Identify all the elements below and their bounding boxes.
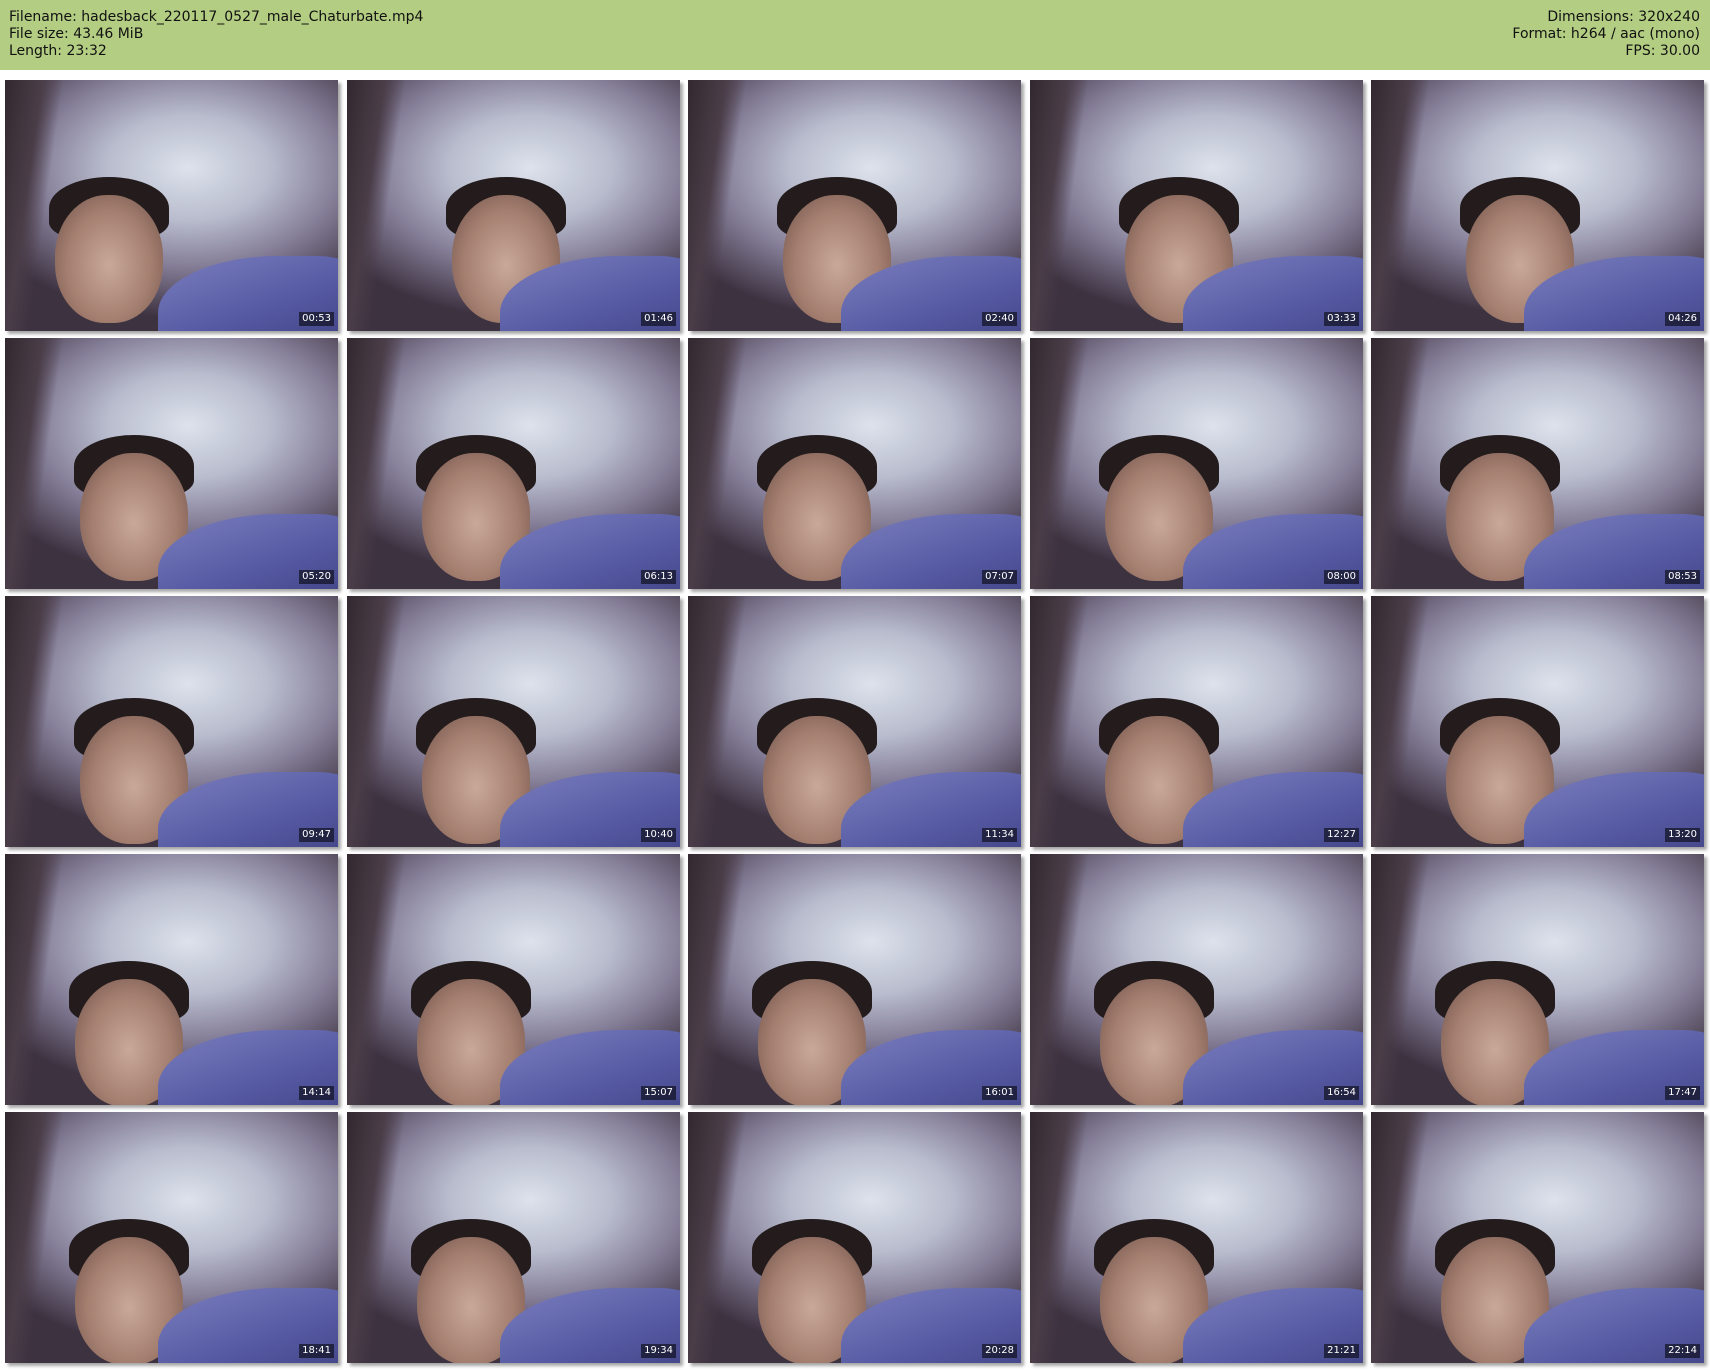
timestamp-label: 12:27 [1324, 828, 1359, 842]
timestamp-label: 15:07 [641, 1086, 676, 1100]
dark-wall-edge [1371, 80, 1432, 331]
dark-wall-edge [1030, 596, 1091, 847]
timestamp-label: 02:40 [982, 312, 1017, 326]
dark-wall-edge [1371, 1112, 1432, 1363]
timestamp-label: 07:07 [982, 570, 1017, 584]
dark-wall-edge [5, 596, 66, 847]
timestamp-label: 16:54 [1324, 1086, 1359, 1100]
dark-wall-edge [5, 1112, 66, 1363]
thumbnail-grid: 00:53 01:46 02:40 03:33 04:26 05:20 06:13 07:07… [0, 70, 1710, 1370]
timestamp-label: 11:34 [982, 828, 1017, 842]
dark-wall-edge [1030, 338, 1091, 589]
timestamp-label: 01:46 [641, 312, 676, 326]
timestamp-label: 14:14 [299, 1086, 334, 1100]
timestamp-label: 16:01 [982, 1086, 1017, 1100]
dark-wall-edge [347, 1112, 408, 1363]
thumbnail-frame[interactable]: 21:21 [1030, 1112, 1363, 1363]
format-text: Format: h264 / aac (mono) [1512, 26, 1700, 42]
timestamp-label: 03:33 [1324, 312, 1359, 326]
thumbnail-frame[interactable]: 15:07 [347, 854, 680, 1105]
thumbnail-frame[interactable]: 05:20 [5, 338, 338, 589]
filesize-text: File size: 43.46 MiB [9, 26, 144, 42]
length-text: Length: 23:32 [9, 43, 107, 59]
thumbnail-frame[interactable]: 02:40 [688, 80, 1021, 331]
dark-wall-edge [1371, 854, 1432, 1105]
thumbnail-frame[interactable]: 13:20 [1371, 596, 1704, 847]
timestamp-label: 13:20 [1665, 828, 1700, 842]
dark-wall-edge [688, 854, 749, 1105]
thumbnail-frame[interactable]: 01:46 [347, 80, 680, 331]
thumbnail-frame[interactable]: 08:53 [1371, 338, 1704, 589]
dark-wall-edge [688, 338, 749, 589]
thumbnail-frame[interactable]: 12:27 [1030, 596, 1363, 847]
dark-wall-edge [5, 338, 66, 589]
dark-wall-edge [1030, 80, 1091, 331]
dark-wall-edge [688, 596, 749, 847]
thumbnail-frame[interactable]: 18:41 [5, 1112, 338, 1363]
thumbnail-frame[interactable]: 03:33 [1030, 80, 1363, 331]
timestamp-label: 05:20 [299, 570, 334, 584]
dark-wall-edge [1371, 596, 1432, 847]
timestamp-label: 20:28 [982, 1344, 1017, 1358]
timestamp-label: 17:47 [1665, 1086, 1700, 1100]
thumbnail-frame[interactable]: 06:13 [347, 338, 680, 589]
dark-wall-edge [347, 854, 408, 1105]
thumbnail-frame[interactable]: 17:47 [1371, 854, 1704, 1105]
dark-wall-edge [5, 854, 66, 1105]
file-info-left: Filename: hadesback_220117_0527_male_Cha… [9, 9, 423, 60]
info-header: Filename: hadesback_220117_0527_male_Cha… [0, 0, 1710, 70]
thumbnail-frame[interactable]: 22:14 [1371, 1112, 1704, 1363]
timestamp-label: 19:34 [641, 1344, 676, 1358]
file-info-right: Dimensions: 320x240 Format: h264 / aac (… [1512, 9, 1700, 60]
thumbnail-frame[interactable]: 11:34 [688, 596, 1021, 847]
timestamp-label: 22:14 [1665, 1344, 1700, 1358]
timestamp-label: 18:41 [299, 1344, 334, 1358]
thumbnail-frame[interactable]: 20:28 [688, 1112, 1021, 1363]
timestamp-label: 08:53 [1665, 570, 1700, 584]
timestamp-label: 09:47 [299, 828, 334, 842]
thumbnail-frame[interactable]: 04:26 [1371, 80, 1704, 331]
timestamp-label: 08:00 [1324, 570, 1359, 584]
timestamp-label: 10:40 [641, 828, 676, 842]
face-shape [55, 195, 163, 323]
dark-wall-edge [1030, 1112, 1091, 1363]
thumbnail-frame[interactable]: 16:54 [1030, 854, 1363, 1105]
dark-wall-edge [347, 80, 408, 331]
thumbnail-frame[interactable]: 19:34 [347, 1112, 680, 1363]
timestamp-label: 06:13 [641, 570, 676, 584]
dark-wall-edge [688, 80, 749, 331]
timestamp-label: 21:21 [1324, 1344, 1359, 1358]
thumbnail-frame[interactable]: 14:14 [5, 854, 338, 1105]
dark-wall-edge [1030, 854, 1091, 1105]
thumbnail-frame[interactable]: 10:40 [347, 596, 680, 847]
dark-wall-edge [688, 1112, 749, 1363]
filename-text: Filename: hadesback_220117_0527_male_Cha… [9, 9, 424, 25]
timestamp-label: 00:53 [299, 312, 334, 326]
thumbnail-frame[interactable]: 07:07 [688, 338, 1021, 589]
dark-wall-edge [347, 338, 408, 589]
thumbnail-frame[interactable]: 00:53 [5, 80, 338, 331]
thumbnail-frame[interactable]: 09:47 [5, 596, 338, 847]
thumbnail-frame[interactable]: 08:00 [1030, 338, 1363, 589]
thumbnail-frame[interactable]: 16:01 [688, 854, 1021, 1105]
dimensions-text: Dimensions: 320x240 [1547, 9, 1700, 25]
timestamp-label: 04:26 [1665, 312, 1700, 326]
dark-wall-edge [1371, 338, 1432, 589]
dark-wall-edge [347, 596, 408, 847]
fps-text: FPS: 30.00 [1625, 43, 1700, 59]
